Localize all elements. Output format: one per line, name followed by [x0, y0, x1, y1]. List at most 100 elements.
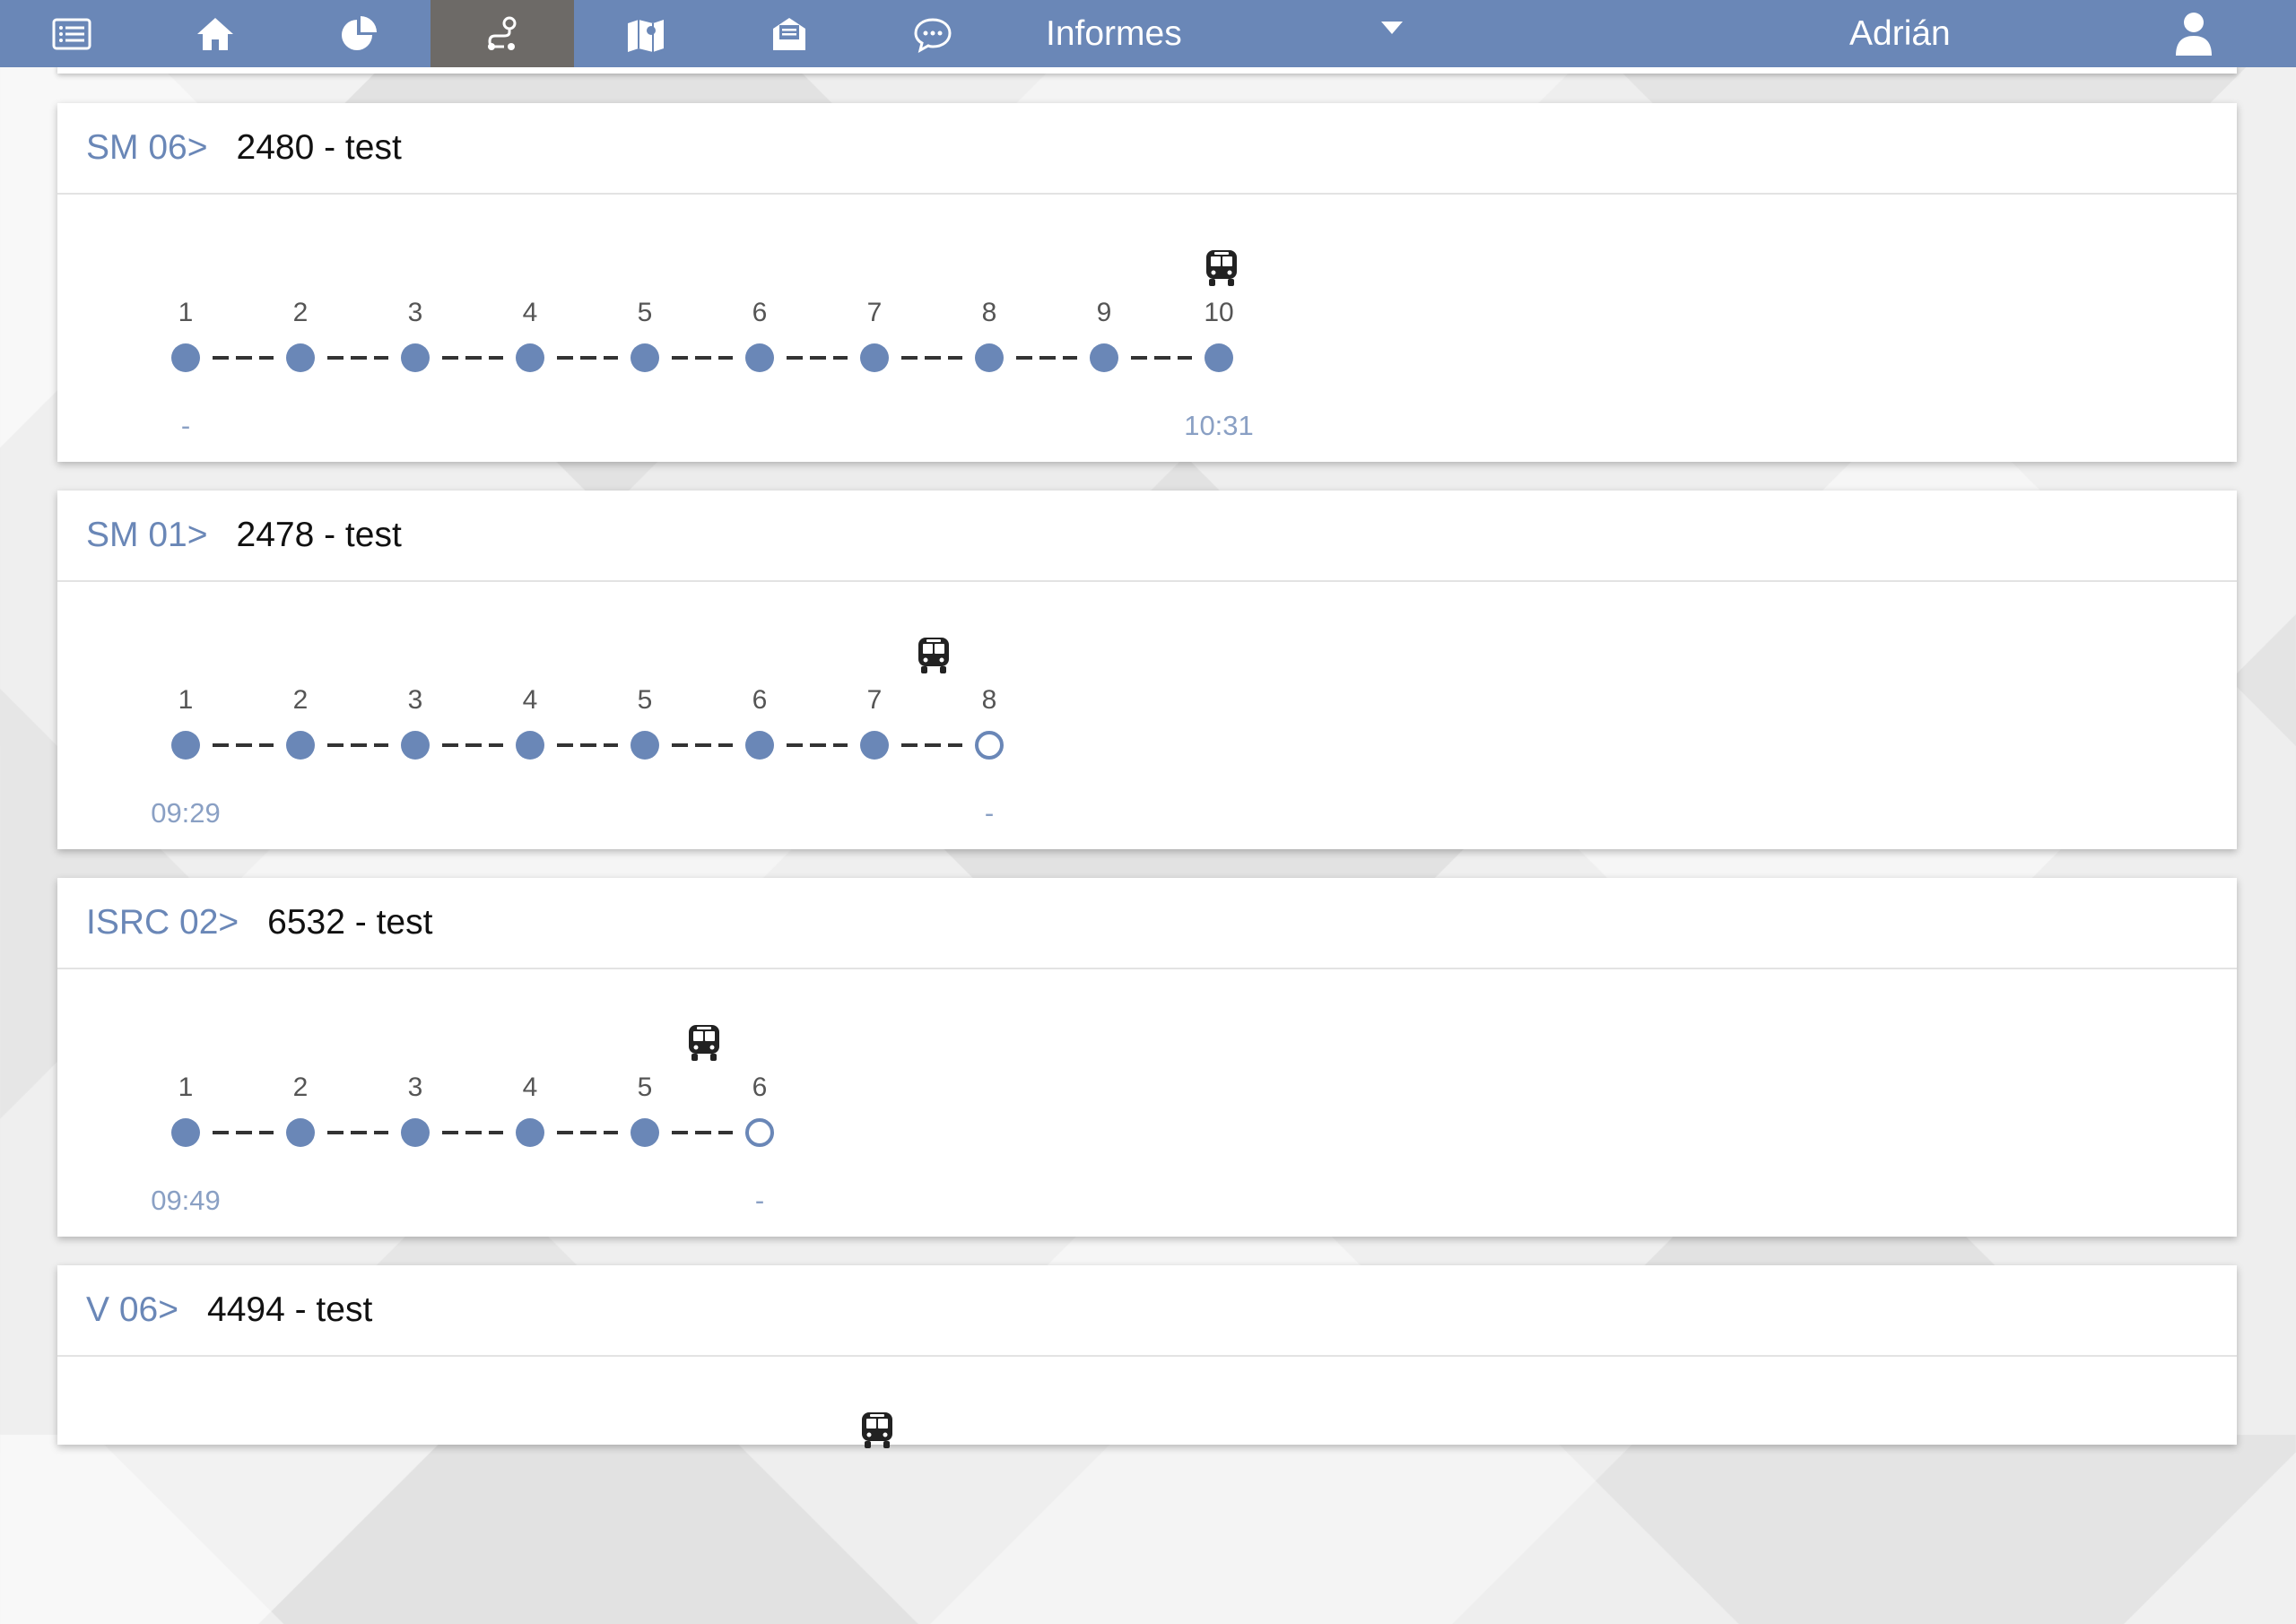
stop-dot-visited[interactable] [401, 343, 430, 372]
chevron-down-icon[interactable] [1381, 22, 1403, 34]
route-card: SM 06> 2480 - test 1 - 2 3 4 5 6 7 8 9 10 10:31 [57, 103, 2237, 462]
stop-number: 4 [522, 1073, 538, 1102]
stop-connector [901, 356, 962, 360]
top-navigation-bar: Informes Adrián [0, 0, 2296, 67]
stop-connector [901, 743, 962, 747]
stop-dot-visited[interactable] [1205, 343, 1233, 372]
user-name[interactable]: Adrián [1849, 0, 1951, 67]
stop-number: 4 [522, 685, 538, 715]
stop-dot-pending[interactable] [975, 731, 1004, 760]
stop-dot-visited[interactable] [171, 343, 200, 372]
route-timeline [57, 1357, 2237, 1624]
route-code-link[interactable]: SM 06> [86, 128, 208, 168]
stop-number: 2 [292, 1073, 309, 1102]
end-time: 10:31 [1184, 410, 1254, 441]
list-icon [52, 18, 91, 49]
stop-number: 5 [637, 1073, 653, 1102]
start-time: - [180, 410, 191, 441]
stop-connector [787, 743, 848, 747]
stop-dot-visited[interactable] [631, 1118, 659, 1147]
route-timeline: 1 09:49 2 3 4 5 6 - [57, 969, 2237, 1237]
stop-connector [1016, 356, 1077, 360]
stop-number: 1 [178, 685, 194, 715]
stop-dot-visited[interactable] [286, 1118, 315, 1147]
stop-number: 5 [637, 685, 653, 715]
chat-icon [914, 17, 952, 53]
stop-connector [787, 356, 848, 360]
stop-dot-visited[interactable] [631, 343, 659, 372]
stop-dot-visited[interactable] [975, 343, 1004, 372]
stop-number: 4 [522, 298, 538, 327]
stop-connector [442, 743, 503, 747]
nav-messages-button[interactable] [718, 0, 861, 67]
end-time: - [754, 1185, 765, 1216]
stop-number: 6 [752, 298, 768, 327]
stop-number: 8 [981, 298, 997, 327]
nav-list-button[interactable] [0, 0, 144, 67]
nav-reports-chart-button[interactable] [287, 0, 430, 67]
route-card-header: SM 01> 2478 - test [57, 491, 2237, 582]
stop-dot-visited[interactable] [516, 731, 544, 760]
stop-dot-visited[interactable] [401, 1118, 430, 1147]
stop-dot-visited[interactable] [286, 731, 315, 760]
stop-number: 1 [178, 1073, 194, 1102]
bus-icon[interactable] [916, 636, 952, 675]
stop-connector [327, 1131, 388, 1134]
nav-chat-button[interactable] [861, 0, 1004, 67]
stop-dot-visited[interactable] [286, 343, 315, 372]
stop-connector [213, 743, 274, 747]
stop-dot-visited[interactable] [171, 1118, 200, 1147]
route-code-link[interactable]: V 06> [86, 1290, 178, 1330]
stop-number: 3 [407, 1073, 423, 1102]
stop-dot-visited[interactable] [860, 343, 889, 372]
route-name: 6532 - test [267, 903, 433, 942]
stop-number: 2 [292, 685, 309, 715]
stop-number: 6 [752, 685, 768, 715]
stop-dot-visited[interactable] [171, 731, 200, 760]
bus-icon[interactable] [686, 1023, 722, 1063]
route-card-header: ISRC 02> 6532 - test [57, 878, 2237, 969]
nav-map-button[interactable] [574, 0, 718, 67]
nav-routes-button[interactable] [430, 0, 574, 67]
stop-connector [327, 743, 388, 747]
home-icon [197, 17, 233, 50]
mail-icon [773, 17, 805, 50]
stop-number: 3 [407, 298, 423, 327]
stop-dot-visited[interactable] [1090, 343, 1118, 372]
stop-number: 10 [1204, 298, 1234, 327]
stop-connector [327, 356, 388, 360]
stop-number: 7 [866, 685, 883, 715]
stop-dot-visited[interactable] [401, 731, 430, 760]
bus-icon[interactable] [859, 1411, 895, 1450]
stop-dot-visited[interactable] [745, 343, 774, 372]
nav-home-button[interactable] [144, 0, 287, 67]
stop-dot-visited[interactable] [516, 343, 544, 372]
route-name: 2478 - test [236, 516, 402, 554]
route-card: ISRC 02> 6532 - test 1 09:49 2 3 4 5 6 - [57, 878, 2237, 1237]
route-name: 4494 - test [207, 1290, 373, 1329]
bus-icon[interactable] [1204, 248, 1239, 288]
route-timeline: 1 - 2 3 4 5 6 7 8 9 10 10:31 [57, 195, 2237, 462]
stop-number: 7 [866, 298, 883, 327]
user-icon[interactable] [2172, 9, 2215, 57]
pie-chart-icon [342, 15, 377, 50]
stop-dot-pending[interactable] [745, 1118, 774, 1147]
route-timeline: 1 09:29 2 3 4 5 6 7 8 - [57, 582, 2237, 849]
stop-dot-visited[interactable] [860, 731, 889, 760]
stop-connector [1131, 356, 1192, 360]
stop-number: 6 [752, 1073, 768, 1102]
stop-number: 5 [637, 298, 653, 327]
stop-dot-visited[interactable] [516, 1118, 544, 1147]
route-name: 2480 - test [236, 128, 402, 167]
stop-dot-visited[interactable] [745, 731, 774, 760]
route-code-link[interactable]: ISRC 02> [86, 903, 239, 942]
stop-connector [213, 356, 274, 360]
route-card: SM 01> 2478 - test 1 09:29 2 3 4 5 6 7 8 - [57, 491, 2237, 849]
stop-connector [672, 1131, 733, 1134]
stop-number: 9 [1096, 298, 1112, 327]
stop-connector [672, 743, 733, 747]
stop-connector [557, 356, 618, 360]
route-code-link[interactable]: SM 01> [86, 516, 208, 555]
route-icon [488, 16, 517, 50]
stop-dot-visited[interactable] [631, 731, 659, 760]
